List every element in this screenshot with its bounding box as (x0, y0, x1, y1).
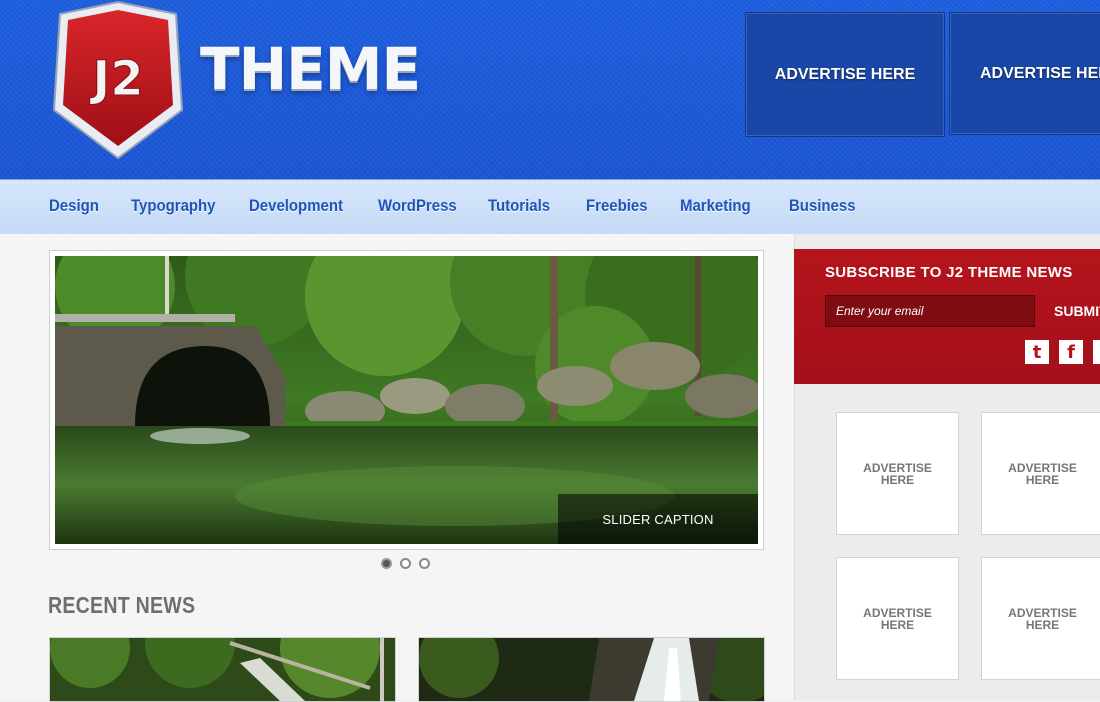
twitter-icon[interactable]: t (1025, 340, 1049, 364)
nav-item-marketing[interactable]: Marketing (680, 196, 751, 216)
news-image-1 (50, 638, 395, 701)
sidebar-ad-3[interactable]: ADVERTISE HERE (836, 557, 959, 680)
image-slider[interactable]: SLIDER CAPTION (49, 250, 764, 550)
news-thumbnail-1[interactable] (49, 637, 396, 702)
nav-item-typography[interactable]: Typography (131, 196, 216, 216)
logo-badge-text: J2 (89, 51, 143, 107)
sidebar-ad-1[interactable]: ADVERTISE HERE (836, 412, 959, 535)
nav-item-development[interactable]: Development (249, 196, 343, 216)
slider-caption[interactable]: SLIDER CAPTION (558, 494, 758, 544)
nav-item-freebies[interactable]: Freebies (586, 196, 648, 216)
submit-button[interactable]: SUBMIT (1040, 295, 1100, 327)
subscribe-title: SUBSCRIBE TO J2 THEME NEWS (825, 264, 1073, 281)
slider-dot-2[interactable] (400, 558, 411, 569)
main-nav: Design Typography Development WordPress … (0, 179, 1100, 235)
slider-pagination (381, 558, 430, 569)
site-header: J2 THEME ADVERTISE HERE ADVERTISE HERE (0, 0, 1100, 179)
slider-dot-1[interactable] (381, 558, 392, 569)
slider-image[interactable]: SLIDER CAPTION (55, 256, 758, 544)
news-image-2 (419, 638, 764, 701)
slider-dot-3[interactable] (419, 558, 430, 569)
nav-item-business[interactable]: Business (789, 196, 856, 216)
rss-icon[interactable] (1093, 340, 1100, 364)
header-ad-2[interactable]: ADVERTISE HERE (949, 12, 1100, 135)
nav-item-design[interactable]: Design (49, 196, 99, 216)
subscribe-box: SUBSCRIBE TO J2 THEME NEWS SUBMIT t f (794, 249, 1100, 384)
logo-badge[interactable]: J2 (48, 0, 188, 160)
sidebar-ad-2[interactable]: ADVERTISE HERE (981, 412, 1100, 535)
email-input[interactable] (825, 295, 1035, 327)
sidebar-ad-4[interactable]: ADVERTISE HERE (981, 557, 1100, 680)
news-thumbnail-2[interactable] (418, 637, 765, 702)
recent-news-heading: RECENT NEWS (48, 592, 196, 618)
logo-wordmark[interactable]: THEME (200, 40, 421, 98)
nav-item-tutorials[interactable]: Tutorials (488, 196, 550, 216)
nav-item-wordpress[interactable]: WordPress (378, 196, 457, 216)
header-ad-1[interactable]: ADVERTISE HERE (745, 12, 945, 137)
facebook-icon[interactable]: f (1059, 340, 1083, 364)
shield-icon: J2 (52, 0, 184, 160)
